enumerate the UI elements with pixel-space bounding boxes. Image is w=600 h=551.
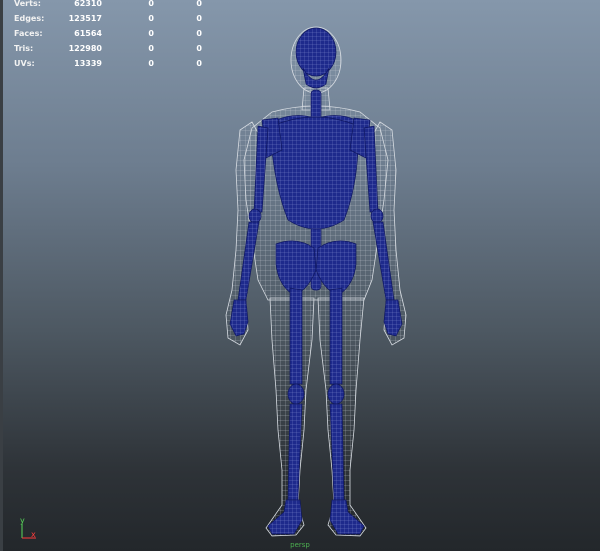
axis-y-label: y [20,516,25,525]
camera-name-label: persp [290,541,310,549]
skeleton-wireframe-model[interactable] [0,0,600,551]
axis-x-label: x [31,530,36,539]
3d-viewport[interactable]: Verts: 62310 0 0 Edges: 123517 0 0 Faces… [0,0,600,551]
bones-mesh [229,27,403,535]
